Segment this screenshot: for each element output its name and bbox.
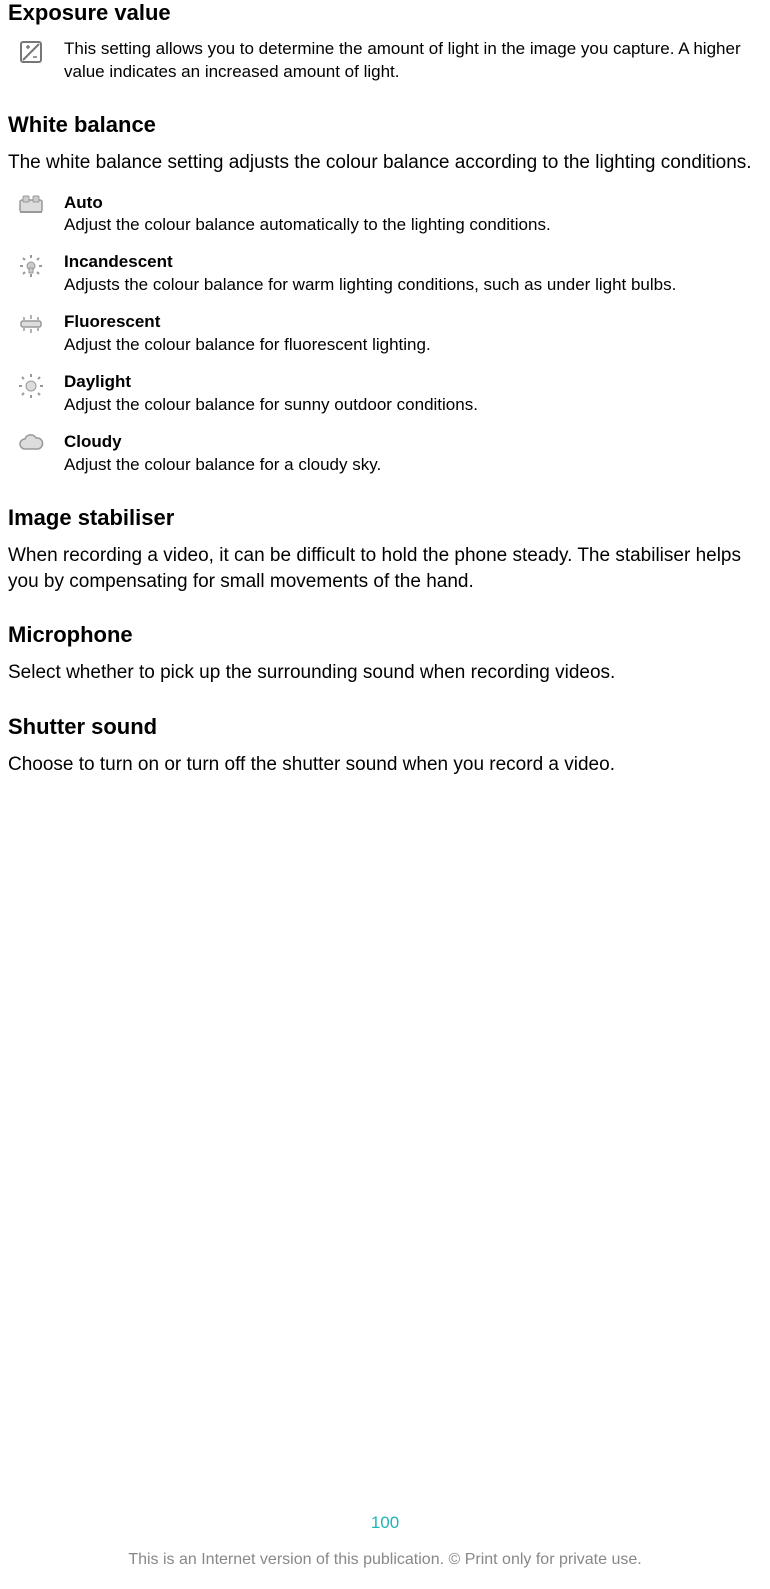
wb-incandescent-label: Incandescent xyxy=(64,251,762,274)
exposure-value-row: This setting allows you to determine the… xyxy=(16,38,762,84)
microphone-desc: Select whether to pick up the surroundin… xyxy=(8,660,762,686)
shutter-sound-title: Shutter sound xyxy=(8,714,762,740)
wb-incandescent-desc: Adjusts the colour balance for warm ligh… xyxy=(64,274,762,297)
page-number: 100 xyxy=(0,1513,770,1533)
wb-daylight-icon xyxy=(16,373,46,399)
image-stabiliser-section: Image stabiliser When recording a video,… xyxy=(8,505,762,594)
exposure-value-title: Exposure value xyxy=(8,0,762,26)
white-balance-title: White balance xyxy=(8,112,762,138)
wb-auto-icon xyxy=(16,194,46,216)
wb-fluorescent-desc: Adjust the colour balance for fluorescen… xyxy=(64,334,762,357)
wb-auto-row: Auto Adjust the colour balance automatic… xyxy=(16,192,762,238)
wb-fluorescent-icon xyxy=(16,313,46,335)
footer-note: This is an Internet version of this publ… xyxy=(0,1551,770,1569)
image-stabiliser-title: Image stabiliser xyxy=(8,505,762,531)
image-stabiliser-desc: When recording a video, it can be diffic… xyxy=(8,543,762,594)
wb-daylight-desc: Adjust the colour balance for sunny outd… xyxy=(64,394,762,417)
shutter-sound-section: Shutter sound Choose to turn on or turn … xyxy=(8,714,762,778)
microphone-section: Microphone Select whether to pick up the… xyxy=(8,622,762,686)
wb-daylight-row: Daylight Adjust the colour balance for s… xyxy=(16,371,762,417)
wb-cloudy-row: Cloudy Adjust the colour balance for a c… xyxy=(16,431,762,477)
white-balance-intro: The white balance setting adjusts the co… xyxy=(8,150,762,176)
page-footer: 100 This is an Internet version of this … xyxy=(0,1513,770,1569)
wb-cloudy-desc: Adjust the colour balance for a cloudy s… xyxy=(64,454,762,477)
wb-auto-label: Auto xyxy=(64,192,762,215)
wb-auto-desc: Adjust the colour balance automatically … xyxy=(64,214,762,237)
microphone-title: Microphone xyxy=(8,622,762,648)
wb-fluorescent-label: Fluorescent xyxy=(64,311,762,334)
wb-cloudy-icon xyxy=(16,433,46,453)
exposure-value-icon xyxy=(16,40,46,64)
shutter-sound-desc: Choose to turn on or turn off the shutte… xyxy=(8,752,762,778)
wb-daylight-label: Daylight xyxy=(64,371,762,394)
wb-incandescent-icon xyxy=(16,253,46,279)
wb-cloudy-label: Cloudy xyxy=(64,431,762,454)
white-balance-section: White balance The white balance setting … xyxy=(8,112,762,477)
exposure-value-desc: This setting allows you to determine the… xyxy=(64,38,762,84)
wb-incandescent-row: Incandescent Adjusts the colour balance … xyxy=(16,251,762,297)
wb-fluorescent-row: Fluorescent Adjust the colour balance fo… xyxy=(16,311,762,357)
